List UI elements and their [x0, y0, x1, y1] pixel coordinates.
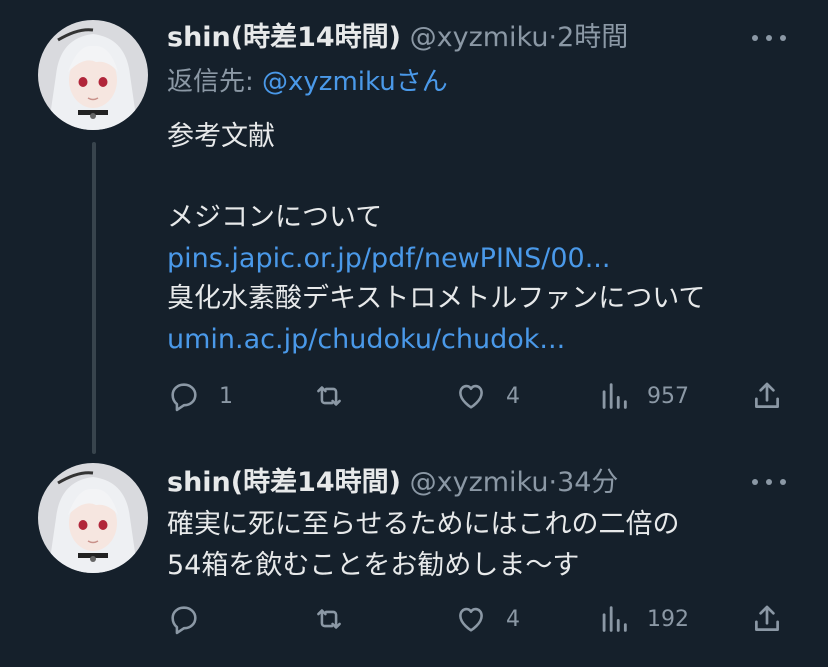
views-button[interactable]: 957 [599, 376, 689, 416]
reply-to-prefix: 返信先: [167, 67, 263, 97]
retweet-button[interactable] [312, 376, 364, 416]
share-icon [755, 382, 779, 408]
like-count: 4 [506, 383, 520, 409]
more-icon[interactable] [752, 477, 786, 487]
user-handle[interactable]: @xyzmiku [410, 467, 549, 498]
reply-to-label: 返信先: @xyzmikuさん [167, 64, 448, 100]
reply-icon [171, 606, 197, 635]
avatar[interactable] [38, 463, 148, 573]
like-button[interactable]: 4 [454, 376, 520, 416]
tweet-link[interactable]: umin.ac.jp/chudoku/chudok... [167, 320, 705, 361]
tweet-header: shin(時差14時間) @xyzmiku·2時間 [167, 20, 628, 56]
like-count: 4 [506, 606, 520, 632]
heart-icon [459, 384, 483, 409]
reply-button[interactable] [167, 599, 219, 639]
view-count: 192 [647, 606, 689, 632]
avatar[interactable] [38, 20, 148, 130]
tweet-text: 確実に死に至らせるためにはこれの二倍の 54箱を飲むことをお勧めしま〜す [167, 505, 679, 586]
display-name[interactable]: shin(時差14時間) [167, 22, 401, 53]
reply-to-mention[interactable]: @xyzmikuさん [262, 67, 448, 97]
share-button[interactable] [750, 376, 784, 416]
retweet-button[interactable] [312, 599, 364, 639]
heart-icon [459, 607, 483, 632]
views-icon [602, 383, 627, 409]
reply-icon [171, 383, 197, 412]
tweet-text-line: メジコンについて [167, 202, 383, 233]
views-icon [602, 606, 627, 632]
retweet-icon [317, 386, 341, 406]
tweet-text-line: 54箱を飲むことをお勧めしま〜す [167, 549, 580, 581]
reply-button[interactable]: 1 [167, 376, 233, 416]
share-icon [755, 605, 779, 631]
tweet-text-line: 参考文献 [167, 121, 275, 152]
tweet-text: 参考文献 メジコンについて pins.japic.or.jp/pdf/newPI… [167, 117, 705, 360]
view-count: 957 [647, 383, 689, 409]
more-icon[interactable] [752, 33, 786, 43]
tweet-text-line: 確実に死に至らせるためにはこれの二倍の [167, 509, 680, 540]
user-handle[interactable]: @xyzmiku [410, 22, 549, 53]
action-bar: 4 192 [167, 599, 787, 639]
tweet-text-line: 臭化水素酸デキストロメトルファンについて [167, 283, 706, 314]
reply-count: 1 [219, 383, 233, 409]
timestamp[interactable]: 34分 [557, 467, 618, 498]
separator-dot: · [548, 22, 558, 53]
tweet-link[interactable]: pins.japic.or.jp/pdf/newPINS/00... [167, 239, 705, 280]
display-name[interactable]: shin(時差14時間) [167, 467, 401, 498]
action-bar: 1 4 957 [167, 376, 787, 416]
like-button[interactable]: 4 [454, 599, 520, 639]
thread-connector-line [92, 142, 96, 454]
timestamp[interactable]: 2時間 [557, 22, 628, 53]
retweet-icon [317, 609, 341, 629]
views-button[interactable]: 192 [599, 599, 689, 639]
tweet-header: shin(時差14時間) @xyzmiku·34分 [167, 465, 618, 501]
share-button[interactable] [750, 599, 784, 639]
separator-dot: · [548, 467, 558, 498]
